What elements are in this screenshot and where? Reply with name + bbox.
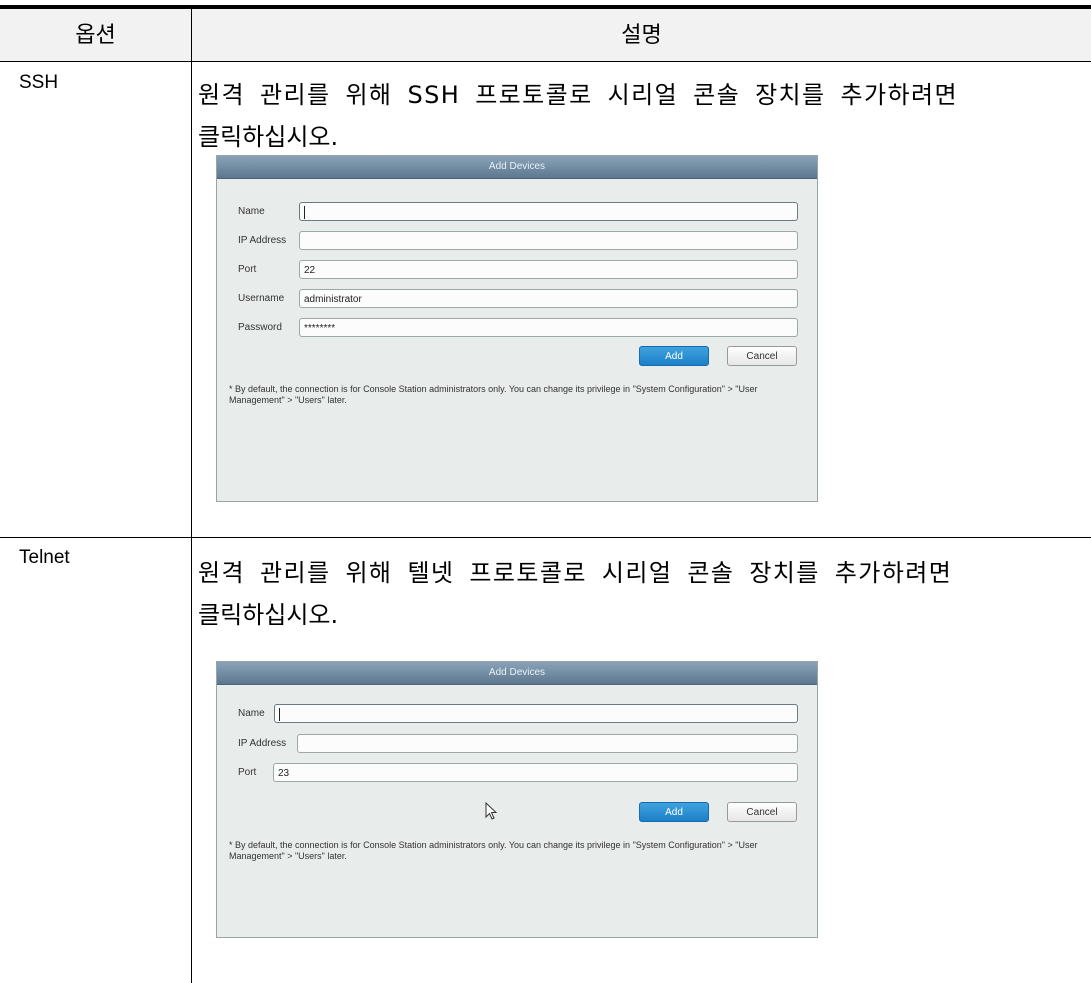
ip-address-row: IP Address xyxy=(217,734,817,756)
description-ssh: 원격 관리를 위해 SSH 프로토콜로 시리얼 콘솔 장치를 추가하려면 클릭하… xyxy=(198,74,1078,158)
port-input[interactable]: 22 xyxy=(299,260,798,279)
password-label: Password xyxy=(238,322,282,333)
header-description: 설명 xyxy=(621,23,662,48)
add-button[interactable]: Add xyxy=(639,346,709,366)
option-telnet: Telnet xyxy=(19,547,70,568)
name-input[interactable] xyxy=(274,704,798,723)
name-row: Name xyxy=(217,704,817,726)
ip-address-input[interactable] xyxy=(299,231,798,250)
header-divider xyxy=(0,61,1091,62)
password-row: Password ******** xyxy=(217,318,817,340)
description-telnet: 원격 관리를 위해 텔넷 프로토콜로 시리얼 콘솔 장치를 추가하려면 클릭하십… xyxy=(198,552,1078,636)
port-label: Port xyxy=(238,264,257,275)
port-row: Port 23 xyxy=(217,763,817,785)
description-line: 원격 관리를 위해 SSH 프로토콜로 시리얼 콘솔 장치를 추가하려면 xyxy=(198,81,958,109)
name-label: Name xyxy=(238,708,265,719)
ip-address-label: IP Address xyxy=(238,235,287,246)
text-caret xyxy=(279,707,280,721)
name-row: Name xyxy=(217,202,817,224)
ip-address-label: IP Address xyxy=(238,738,287,749)
privilege-note: * By default, the connection is for Cons… xyxy=(229,840,758,861)
cancel-button[interactable]: Cancel xyxy=(727,346,797,366)
description-line: 원격 관리를 위해 텔넷 프로토콜로 시리얼 콘솔 장치를 추가하려면 xyxy=(198,559,953,587)
name-label: Name xyxy=(238,206,265,217)
description-line: 클릭하십시오. xyxy=(198,601,339,629)
dialog-title: Add Devices xyxy=(217,156,817,179)
column-divider xyxy=(191,9,192,983)
ip-address-input[interactable] xyxy=(297,734,798,753)
port-label: Port xyxy=(238,767,257,778)
dialog-title: Add Devices xyxy=(217,662,817,685)
option-ssh: SSH xyxy=(19,72,59,93)
username-label: Username xyxy=(238,293,285,304)
add-devices-dialog-telnet: Add Devices Name IP Address Port 23 Add … xyxy=(216,661,818,938)
port-input[interactable]: 23 xyxy=(273,763,798,782)
name-input[interactable] xyxy=(299,202,798,221)
header-option: 옵션 xyxy=(75,23,116,48)
description-line: 클릭하십시오. xyxy=(198,123,339,151)
username-row: Username administrator xyxy=(217,289,817,311)
username-input[interactable]: administrator xyxy=(299,289,798,308)
mouse-pointer-icon xyxy=(485,802,498,820)
ip-address-row: IP Address xyxy=(217,231,817,253)
password-input[interactable]: ******** xyxy=(299,318,798,337)
add-button[interactable]: Add xyxy=(639,802,709,822)
add-devices-dialog-ssh: Add Devices Name IP Address Port 22 User… xyxy=(216,155,818,502)
row-divider xyxy=(0,537,1091,538)
text-caret xyxy=(304,205,305,219)
cancel-button[interactable]: Cancel xyxy=(727,802,797,822)
port-row: Port 22 xyxy=(217,260,817,282)
privilege-note: * By default, the connection is for Cons… xyxy=(229,384,758,405)
